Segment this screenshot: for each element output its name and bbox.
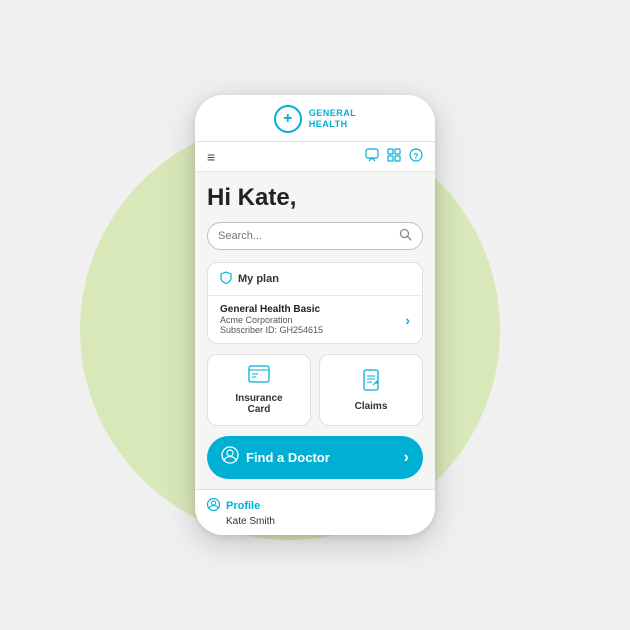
chat-icon[interactable] [365,148,379,165]
shield-icon [220,271,232,287]
find-doctor-label: Find a Doctor [246,450,330,465]
search-icon [399,228,412,244]
phone-body: Hi Kate, My plan [195,172,435,489]
profile-link[interactable]: Profile [226,500,260,512]
profile-name: Kate Smith [207,516,423,527]
find-doctor-button[interactable]: Find a Doctor › [207,436,423,479]
hamburger-icon[interactable]: ≡ [207,149,215,165]
profile-row: Profile [207,498,423,514]
plan-name: General Health Basic [220,304,323,315]
claims-action[interactable]: Claims [319,354,423,426]
my-plan-title: My plan [238,273,279,285]
nav-bar: ≡ ? [195,142,435,172]
app-header: + GENERAL HEALTH [195,95,435,142]
plan-subscriber-id: Subscriber ID: GH254615 [220,325,323,335]
logo-plus-icon: + [283,111,292,127]
find-doctor-left: Find a Doctor [221,446,330,469]
logo-line1: GENERAL [309,108,357,119]
insurance-card-label: InsuranceCard [235,393,282,415]
greeting-text: Hi Kate, [207,184,423,212]
svg-text:?: ? [414,152,419,161]
search-input[interactable] [218,230,399,242]
insurance-card-action[interactable]: InsuranceCard [207,354,311,426]
my-plan-card: My plan General Health Basic Acme Corpor… [207,262,423,344]
find-doctor-icon [221,446,239,469]
plan-corporation: Acme Corporation [220,315,323,325]
phone-shell: + GENERAL HEALTH ≡ [195,95,435,535]
logo-text: GENERAL HEALTH [309,108,357,130]
search-bar[interactable] [207,222,423,250]
my-plan-header: My plan [208,263,422,296]
my-plan-body[interactable]: General Health Basic Acme Corporation Su… [208,296,422,343]
plan-info: General Health Basic Acme Corporation Su… [220,304,323,335]
insurance-card-icon [248,365,270,388]
logo-line2: HEALTH [309,119,357,130]
help-icon[interactable]: ? [409,148,423,165]
claims-label: Claims [355,401,388,412]
plan-chevron-icon[interactable]: › [405,312,410,328]
quick-actions: InsuranceCard Claims [207,354,423,426]
claims-icon [362,369,380,396]
logo-circle: + [274,105,302,133]
find-doctor-chevron-icon: › [404,449,409,467]
profile-bar: Profile Kate Smith [195,489,435,535]
grid-icon[interactable] [387,148,401,165]
profile-icon [207,498,220,514]
nav-icons: ? [365,148,423,165]
